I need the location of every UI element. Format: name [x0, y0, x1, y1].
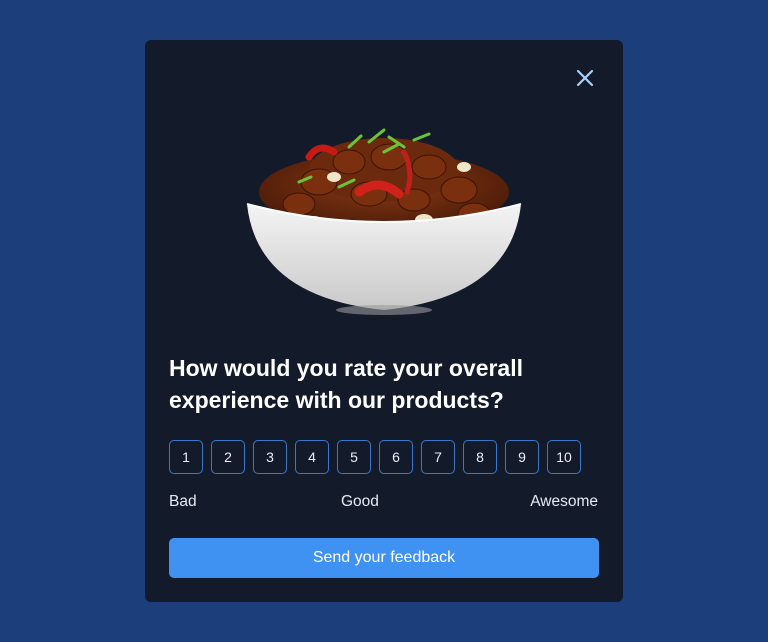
rating-scale: 1 2 3 4 5 6 7 8 9 10: [169, 440, 581, 474]
rating-option-7[interactable]: 7: [421, 440, 455, 474]
scale-label-bad: Bad: [169, 493, 197, 510]
rating-option-5[interactable]: 5: [337, 440, 371, 474]
scale-label-good: Good: [341, 493, 379, 510]
survey-question: How would you rate your overall experien…: [169, 355, 524, 413]
close-button[interactable]: [573, 66, 597, 90]
rating-option-2[interactable]: 2: [211, 440, 245, 474]
send-feedback-button[interactable]: Send your feedback: [169, 538, 599, 578]
rating-option-4[interactable]: 4: [295, 440, 329, 474]
feedback-modal: How would you rate your overall experien…: [145, 40, 623, 602]
close-icon: [576, 69, 594, 87]
scale-label-awesome: Awesome: [530, 493, 598, 510]
rating-option-1[interactable]: 1: [169, 440, 203, 474]
rating-option-6[interactable]: 6: [379, 440, 413, 474]
rating-option-9[interactable]: 9: [505, 440, 539, 474]
food-bowl-image: [246, 128, 522, 315]
rating-option-3[interactable]: 3: [253, 440, 287, 474]
rating-option-10[interactable]: 10: [547, 440, 581, 474]
rating-option-8[interactable]: 8: [463, 440, 497, 474]
